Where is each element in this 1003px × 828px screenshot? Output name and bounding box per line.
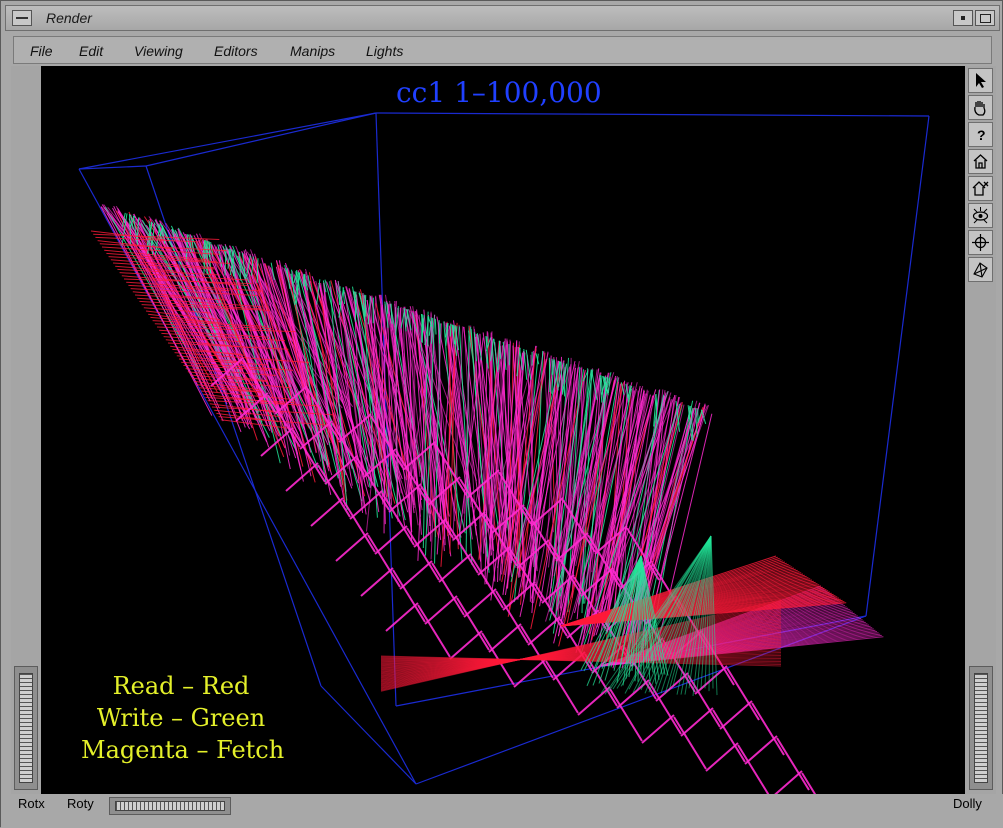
projection-icon[interactable] xyxy=(968,257,993,282)
hand-icon[interactable] xyxy=(968,95,993,120)
menu-bar: File Edit Viewing Editors Manips Lights xyxy=(13,36,992,64)
svg-text:?: ? xyxy=(977,127,986,143)
minimize-button[interactable] xyxy=(953,10,973,26)
legend-write: Write – Green xyxy=(81,702,281,734)
dolly-thumbwheel[interactable] xyxy=(969,666,993,790)
help-icon[interactable]: ? xyxy=(968,122,993,147)
legend-read: Read – Red xyxy=(81,670,281,702)
menu-file[interactable]: File xyxy=(30,43,53,59)
window-menu-button[interactable] xyxy=(12,10,32,26)
rotx-label: Rotx xyxy=(18,796,45,811)
menu-lights[interactable]: Lights xyxy=(366,43,403,59)
title-bar[interactable]: Render xyxy=(5,5,1000,31)
legend: Read – Red Write – Green Magenta – Fetch xyxy=(81,670,281,766)
menu-manips[interactable]: Manips xyxy=(290,43,335,59)
bottom-bar: Rotx Roty Dolly xyxy=(1,794,1003,828)
menu-edit[interactable]: Edit xyxy=(79,43,103,59)
seek-icon[interactable] xyxy=(968,230,993,255)
legend-fetch: Magenta – Fetch xyxy=(81,734,281,766)
menu-editors[interactable]: Editors xyxy=(214,43,258,59)
3d-viewer[interactable]: cc1 1–100,000 Read – Red Write – Green M… xyxy=(41,66,965,794)
roty-thumbwheel[interactable] xyxy=(109,797,231,815)
viewer-toolbar: ? xyxy=(965,66,996,794)
scene-title: cc1 1–100,000 xyxy=(396,76,602,109)
maximize-button[interactable] xyxy=(975,10,995,26)
pointer-icon[interactable] xyxy=(968,68,993,93)
set-home-icon[interactable] xyxy=(968,176,993,201)
rotx-thumbwheel[interactable] xyxy=(14,666,38,790)
dolly-label: Dolly xyxy=(953,796,982,811)
menu-viewing[interactable]: Viewing xyxy=(134,43,183,59)
roty-label: Roty xyxy=(67,796,94,811)
view-all-icon[interactable] xyxy=(968,203,993,228)
home-icon[interactable] xyxy=(968,149,993,174)
window-title: Render xyxy=(46,10,92,26)
render-window: Render File Edit Viewing Editors Manips … xyxy=(0,0,1003,827)
left-wheel-panel xyxy=(11,66,41,794)
